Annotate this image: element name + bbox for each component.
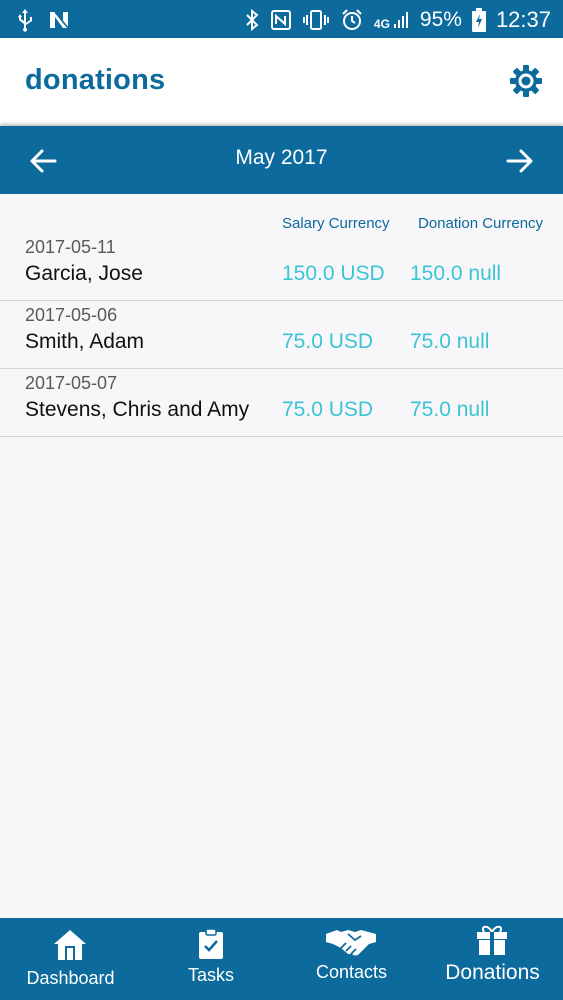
clock: 12:37 (495, 7, 551, 32)
clipboard-check-icon (199, 928, 223, 959)
nav-label: Dashboard (26, 968, 115, 988)
battery-percent: 95% (419, 8, 462, 31)
donation-date: 2017-05-11 (25, 237, 116, 257)
salary-currency-header: Salary Currency (282, 215, 390, 232)
donation-date: 2017-05-07 (25, 373, 118, 393)
donation-amount: 75.0 null (410, 330, 490, 353)
nav-contacts[interactable]: Contacts (281, 918, 422, 1000)
n-notification-icon (50, 11, 69, 29)
donor-name: Smith, Adam (25, 330, 145, 353)
vibrate-icon (302, 10, 329, 30)
nav-label: Contacts (315, 962, 388, 982)
current-month: May 2017 (235, 146, 328, 169)
nav-label: Donations (445, 961, 540, 984)
nav-donations[interactable]: Donations (422, 918, 563, 1000)
salary-amount: 150.0 USD (282, 262, 385, 285)
donation-row[interactable]: 2017-05-07 Stevens, Chris and Amy 75.0 U… (0, 369, 563, 437)
donor-name: Stevens, Chris and Amy (25, 398, 250, 421)
donation-amount: 150.0 null (410, 262, 502, 285)
salary-amount: 75.0 USD (282, 398, 374, 421)
network-type: 4G (373, 17, 390, 31)
gear-icon[interactable] (509, 64, 543, 98)
donor-name: Garcia, Jose (25, 262, 143, 285)
status-bar: 4G 95% 12:37 (0, 0, 563, 38)
donation-row[interactable]: 2017-05-11 Garcia, Jose 150.0 USD 150.0 … (0, 233, 563, 301)
network-type-indicator: 4G (374, 10, 410, 30)
battery-charging-icon (471, 8, 486, 32)
gift-icon (477, 925, 507, 955)
page-title: donations (25, 64, 166, 96)
donation-row[interactable]: 2017-05-06 Smith, Adam 75.0 USD 75.0 nul… (0, 301, 563, 369)
bluetooth-icon (246, 8, 259, 32)
house-icon (54, 930, 86, 960)
nav-label: Tasks (187, 965, 234, 985)
donation-amount: 75.0 null (410, 398, 490, 421)
nav-dashboard[interactable]: Dashboard (0, 918, 141, 1000)
nav-tasks[interactable]: Tasks (141, 918, 281, 1000)
4g-signal-icon (393, 12, 408, 28)
handshake-icon (326, 930, 376, 956)
month-navigation: May 2017 (0, 126, 563, 194)
bottom-navigation: Dashboard Tasks Contacts Donations (0, 918, 563, 1000)
donation-currency-header: Donation Currency (418, 215, 544, 232)
donation-date: 2017-05-06 (25, 305, 118, 325)
usb-icon (18, 9, 32, 32)
alarm-icon (342, 9, 362, 30)
nfc-icon (270, 10, 291, 30)
salary-amount: 75.0 USD (282, 330, 374, 353)
app-bar: donations (0, 38, 563, 126)
arrow-right-icon[interactable] (505, 146, 535, 176)
